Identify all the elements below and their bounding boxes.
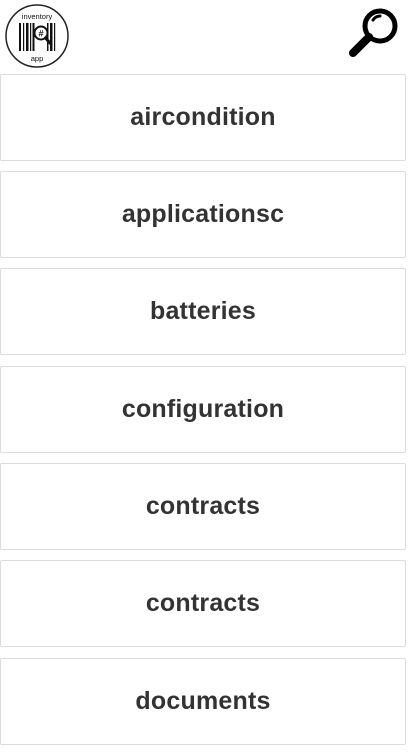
list-item-label: configuration — [121, 395, 285, 423]
app-header: inventory app # — [0, 0, 414, 72]
list-item-batteries[interactable]: batteries — [0, 268, 406, 355]
list-item-applicationsc[interactable]: applicationsc — [0, 171, 406, 258]
list-item-aircondition[interactable]: aircondition — [0, 74, 406, 161]
list-item-contracts[interactable]: contracts — [0, 463, 406, 550]
list-item-contracts-2[interactable]: contracts — [0, 560, 406, 647]
list-item-label: aircondition — [130, 103, 276, 131]
svg-text:#: # — [38, 29, 43, 39]
list-item-label: contracts — [145, 589, 261, 617]
list-item-label: contracts — [145, 492, 261, 520]
inventory-app-logo: inventory app # — [5, 4, 69, 68]
list-item-documents[interactable]: documents — [0, 658, 406, 745]
search-button[interactable] — [346, 4, 404, 62]
barcode-logo-icon: inventory app # — [5, 4, 69, 68]
list-item-configuration[interactable]: configuration — [0, 366, 406, 453]
list-item-label: documents — [135, 687, 271, 715]
list-item-label: batteries — [149, 297, 256, 325]
search-icon — [349, 8, 398, 57]
logo-top-text: inventory — [22, 12, 53, 21]
logo-bottom-text: app — [31, 54, 44, 63]
list-item-label: applicationsc — [121, 200, 285, 228]
